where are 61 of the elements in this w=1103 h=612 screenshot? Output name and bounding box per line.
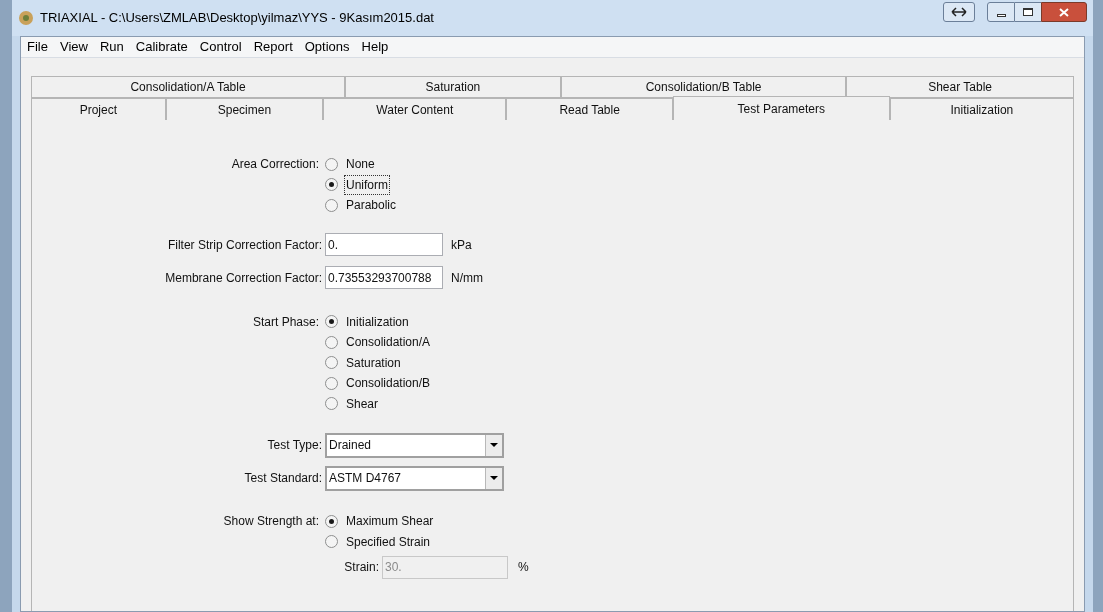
field-label: Membrane Correction Factor: <box>165 269 322 287</box>
menu-item[interactable]: Control <box>193 37 248 57</box>
field-label: Show Strength at: <box>223 513 319 531</box>
tab[interactable]: Test Parameters <box>672 96 890 120</box>
radio-button[interactable] <box>325 514 338 528</box>
radio-label: Consolidation/A <box>345 334 432 352</box>
radio-button[interactable] <box>325 315 338 329</box>
close-button[interactable] <box>1041 2 1087 22</box>
radio-label: Specified Strain <box>345 533 432 551</box>
tab[interactable]: Specimen <box>165 98 324 120</box>
radio-label: Saturation <box>345 354 402 372</box>
radio-label: Consolidation/B <box>345 375 432 393</box>
tab[interactable]: Initialization <box>889 98 1074 120</box>
dropdown[interactable]: ASTM D4767 <box>325 465 504 491</box>
tab[interactable]: Water Content <box>323 98 507 120</box>
input-field[interactable]: 0. <box>325 233 443 256</box>
radio-label: Maximum Shear <box>345 513 435 531</box>
unit-label: N/mm <box>451 269 483 287</box>
tab[interactable]: Consolidation/B Table <box>560 76 847 98</box>
radio-button[interactable] <box>325 335 338 349</box>
field-label: Start Phase: <box>252 313 319 331</box>
unit-label: kPa <box>451 236 472 254</box>
field-label: Test Standard: <box>244 470 322 487</box>
tab[interactable]: Read Table <box>506 98 673 120</box>
radio-button[interactable] <box>325 535 338 549</box>
radio-button[interactable] <box>325 178 338 192</box>
radio-label: Initialization <box>345 313 410 331</box>
dropdown[interactable]: Drained <box>325 432 504 458</box>
radio-label: None <box>345 156 376 174</box>
radio-label: Shear <box>345 395 380 413</box>
field-label: Test Type: <box>267 437 322 454</box>
radio-label: Parabolic <box>345 197 398 215</box>
maximize-button[interactable] <box>1015 2 1041 22</box>
radio-button[interactable] <box>325 198 338 212</box>
input-field[interactable]: 0.73553293700788 <box>325 266 443 289</box>
menu-item[interactable]: Calibrate <box>129 37 194 57</box>
tab[interactable]: Project <box>31 98 166 120</box>
tab[interactable]: Consolidation/A Table <box>31 76 345 98</box>
menu-item[interactable]: Help <box>355 37 395 57</box>
double-arrow-icon <box>951 7 967 17</box>
field-label: Strain: <box>344 559 379 576</box>
tab[interactable]: Saturation <box>345 76 561 98</box>
radio-button[interactable] <box>325 356 338 370</box>
radio-label: Uniform <box>345 175 389 194</box>
menu-item[interactable]: View <box>53 37 94 57</box>
unit-label: % <box>518 559 529 576</box>
menu-item[interactable]: Options <box>298 37 356 57</box>
tab[interactable]: Shear Table <box>846 76 1074 98</box>
radio-button[interactable] <box>325 397 338 411</box>
menu-item[interactable]: File <box>21 37 54 57</box>
field-label: Area Correction: <box>231 156 319 174</box>
window-title: TRIAXIAL - C:\Users\ZMLAB\Desktop\yilmaz\YYS - 9Kasım2015.dat <box>40 9 434 28</box>
resize-button[interactable] <box>943 2 975 22</box>
menu-item[interactable]: Run <box>93 37 130 57</box>
app-icon <box>18 10 34 26</box>
minimize-button[interactable] <box>987 2 1015 22</box>
radio-button[interactable] <box>325 157 338 171</box>
close-icon <box>1059 7 1069 17</box>
menu-item[interactable]: Report <box>247 37 299 57</box>
field-label: Filter Strip Correction Factor: <box>167 236 322 254</box>
radio-button[interactable] <box>325 376 338 390</box>
